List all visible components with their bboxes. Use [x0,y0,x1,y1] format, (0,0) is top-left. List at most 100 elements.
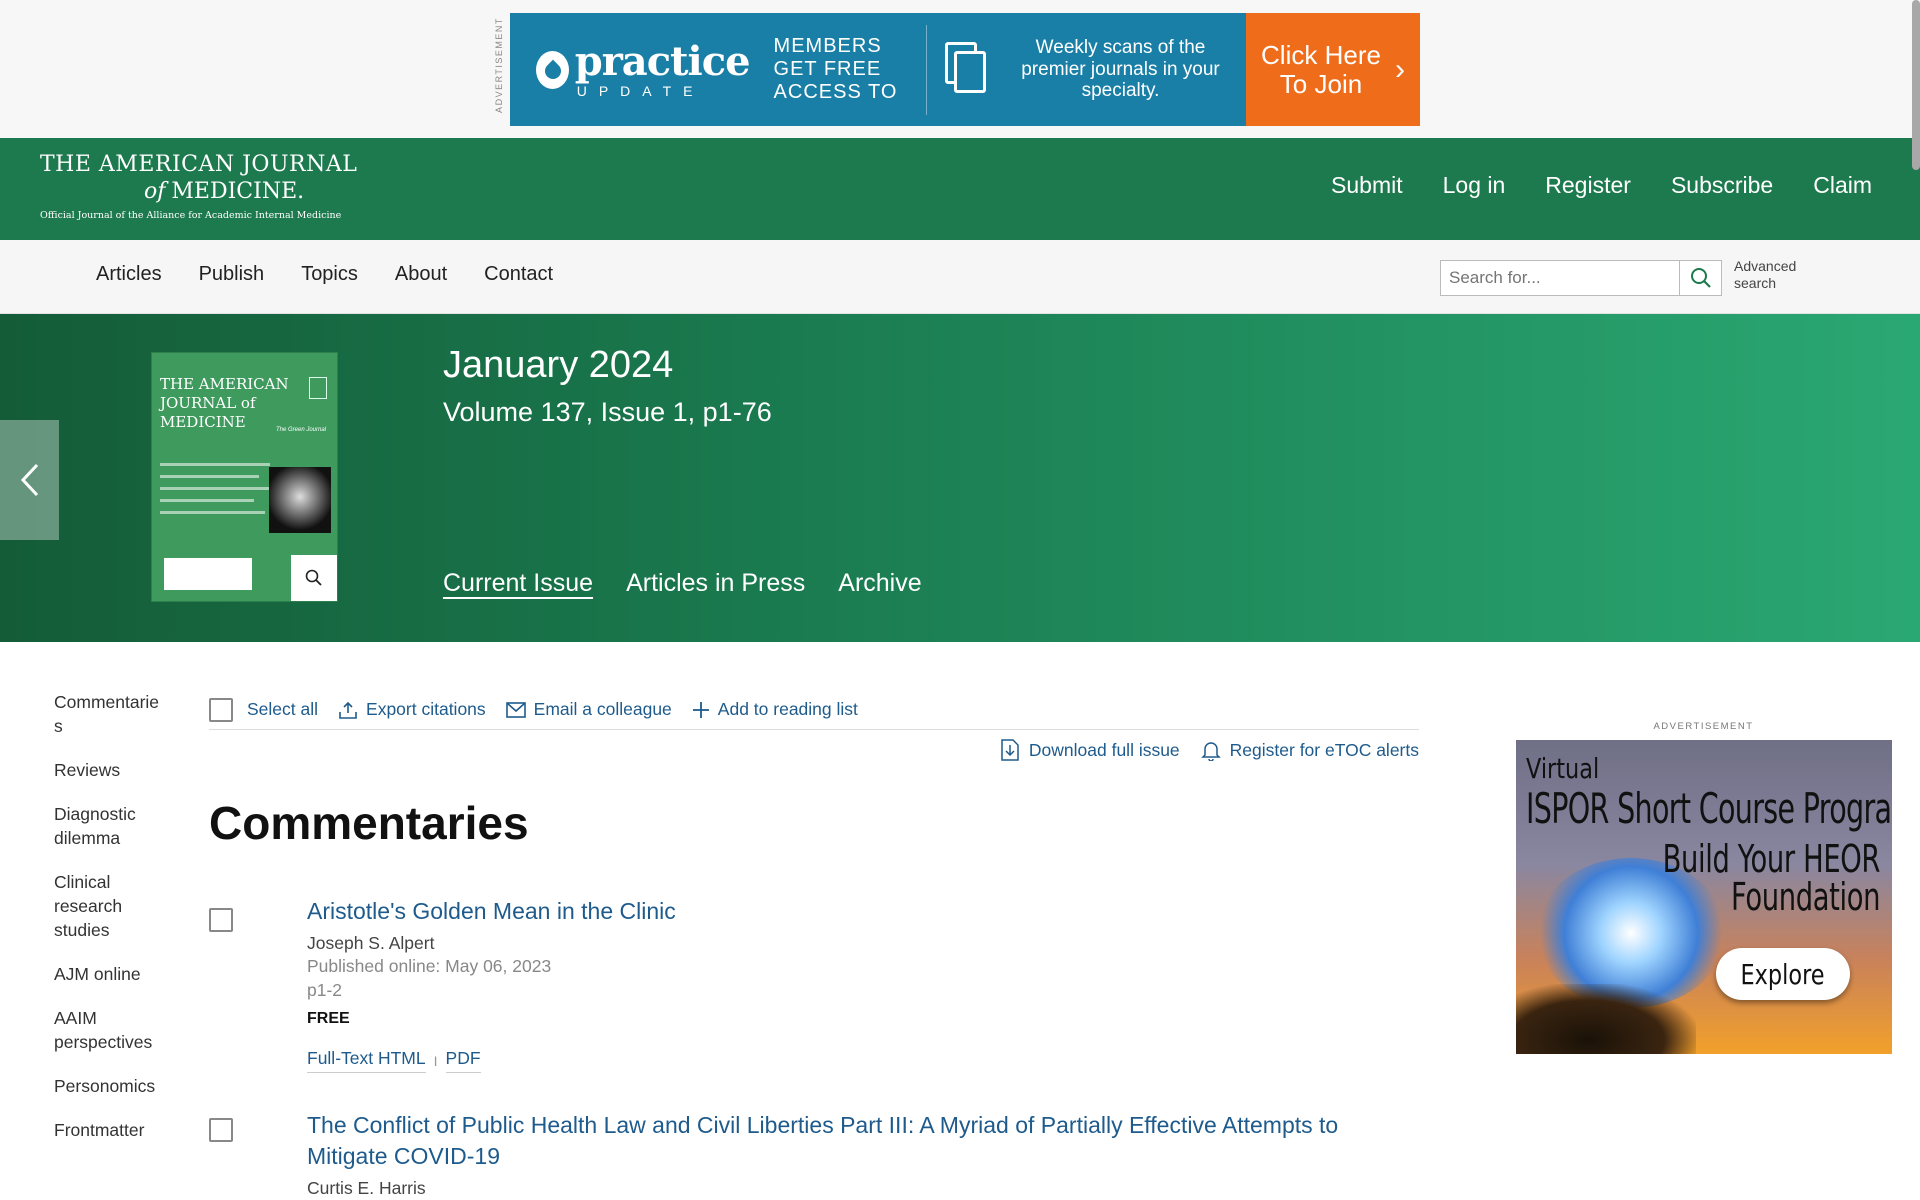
cover-subtitle: The Green Journal [276,427,327,433]
search-input[interactable] [1441,261,1679,295]
cover-label-box [164,558,252,590]
journal-logo[interactable]: THE AMERICAN JOURNAL of MEDICINE. Officia… [40,152,357,221]
section-nav-reviews[interactable]: Reviews [54,758,164,782]
search-icon [1690,268,1711,288]
logo-line1: THE AMERICAN JOURNAL [40,152,358,177]
nav-topics[interactable]: Topics [301,263,358,286]
journal-header: THE AMERICAN JOURNAL of MEDICINE. Officia… [0,138,1920,240]
previous-issue-button[interactable] [0,420,59,540]
cover-image [269,467,331,533]
bell-icon [1200,742,1221,761]
section-heading: Commentaries [209,797,529,849]
ad-virtual-text: Virtual [1526,752,1600,785]
article-checkbox[interactable] [209,908,233,932]
login-link[interactable]: Log in [1443,172,1506,199]
tab-archive[interactable]: Archive [838,569,921,598]
cover-contents [160,463,270,523]
export-citations-button[interactable]: Export citations [338,699,486,720]
claim-link[interactable]: Claim [1813,172,1872,199]
tab-articles-in-press[interactable]: Articles in Press [626,569,805,598]
select-all-label: Select all [247,699,319,719]
section-nav-diagnostic-dilemma[interactable]: Diagnostic dilemma [54,802,164,850]
article-title[interactable]: The Conflict of Public Health Law and Ci… [307,1110,1417,1172]
top-ad-band: ADVERTISEMENT practice UPDATE MEMBERS GE… [0,0,1920,138]
cover-zoom-button[interactable] [291,555,337,601]
cover-title: THE AMERICAN JOURNAL of MEDICINE [160,375,289,431]
page-scrollbar[interactable] [1912,0,1920,170]
search-button[interactable] [1679,261,1721,295]
explore-button[interactable]: Explore [1716,948,1850,1000]
free-access-badge: FREE [307,1010,350,1027]
section-nav-ajm-online[interactable]: AJM online [54,962,164,986]
ad-cta-line2: To Join [1279,68,1363,99]
nav-publish[interactable]: Publish [199,263,265,286]
issue-volume: Volume 137, Issue 1, p1-76 [443,397,772,427]
article-published-date: Published online: May 06, 2023 [307,956,552,976]
tab-current-issue[interactable]: Current Issue [443,569,593,598]
pdf-link[interactable]: PDF [445,1048,481,1073]
logo-tagline: Official Journal of the Alliance for Aca… [40,210,342,221]
plus-icon [692,701,709,718]
section-nav: Commentaries Reviews Diagnostic dilemma … [54,690,164,1162]
submit-link[interactable]: Submit [1331,172,1403,199]
download-full-issue-button[interactable]: Download full issue [999,738,1180,762]
ad-program-text: ISPOR Short Course Program [1526,784,1892,833]
hand-graphic [1516,984,1696,1054]
download-icon [1001,739,1019,761]
email-colleague-button[interactable]: Email a colleague [505,699,672,720]
link-separator: I [433,1052,438,1069]
issue-cover[interactable]: THE AMERICAN JOURNAL of MEDICINE The Gre… [151,352,338,602]
issue-title: January 2024 [443,344,674,386]
elsevier-emblem-icon [309,377,327,399]
article-author: Joseph S. Alpert [307,933,435,953]
article-checkbox[interactable] [209,1118,233,1142]
magnifier-icon [305,569,322,586]
ad-cta-line1: Click Here [1261,39,1381,70]
register-link[interactable]: Register [1545,172,1631,199]
main-nav: Articles Publish Topics About Contact Ad… [0,240,1920,314]
ispor-side-ad[interactable]: Virtual ISPOR Short Course Program Build… [1516,740,1892,1054]
select-all-checkbox[interactable] [209,697,233,722]
advanced-search-link[interactable]: Advanced search [1734,258,1796,292]
issue-hero: THE AMERICAN JOURNAL of MEDICINE The Gre… [0,314,1920,642]
issue-toolbar: Select all Export citations Email a coll… [209,690,1419,730]
ad-click-here-button[interactable]: Click Here To Join › [1246,13,1420,126]
header-nav: Submit Log in Register Subscribe Claim [1331,172,1872,199]
logo-of: of [144,179,166,204]
logo-line2: MEDICINE. [171,179,305,204]
nav-about[interactable]: About [395,263,447,286]
side-ad-label: ADVERTISEMENT [1653,721,1754,732]
article-title[interactable]: Aristotle's Golden Mean in the Clinic [307,896,1417,927]
nav-contact[interactable]: Contact [484,263,553,286]
ad-members-text: MEMBERS GET FREE ACCESS TO [773,35,898,103]
section-nav-commentaries[interactable]: Commentaries [54,690,164,738]
chevron-right-icon: › [1394,53,1405,86]
ad-build-text: Build Your HEOR Foundation [1662,837,1881,919]
ad-logo-word: practice [574,37,751,85]
ad-logo-sub: UPDATE [576,82,705,99]
issue-tabs: Current Issue Articles in Press Archive [443,569,922,598]
documents-icon [945,41,993,98]
ad-label-vertical: ADVERTISEMENT [494,17,504,113]
subscribe-link[interactable]: Subscribe [1671,172,1773,199]
chevron-left-icon [20,463,38,497]
section-nav-aaim-perspectives[interactable]: AAIM perspectives [54,1006,164,1054]
nav-articles[interactable]: Articles [96,263,162,286]
envelope-icon [505,701,526,718]
full-text-html-link[interactable]: Full-Text HTML [307,1048,426,1073]
section-nav-frontmatter[interactable]: Frontmatter [54,1118,164,1142]
section-nav-personomics[interactable]: Personomics [54,1074,164,1098]
etoc-alerts-button[interactable]: Register for eTOC alerts [1200,738,1419,762]
select-all[interactable]: Select all [209,697,319,722]
article-author: Curtis E. Harris [307,1178,426,1198]
article-pages: p1-2 [307,980,343,1000]
practice-update-logo: practice UPDATE MEMBERS GET FREE ACCESS … [510,35,920,104]
practice-update-ad-banner[interactable]: practice UPDATE MEMBERS GET FREE ACCESS … [510,13,1420,126]
add-to-reading-list-button[interactable]: Add to reading list [692,699,858,720]
export-icon [339,701,357,719]
article-links: Full-Text HTML I PDF [307,1048,1417,1073]
search-box [1440,260,1722,296]
ad-divider [926,24,927,115]
practice-update-logo-icon [536,50,569,89]
section-nav-clinical-research[interactable]: Clinical research studies [54,870,164,942]
